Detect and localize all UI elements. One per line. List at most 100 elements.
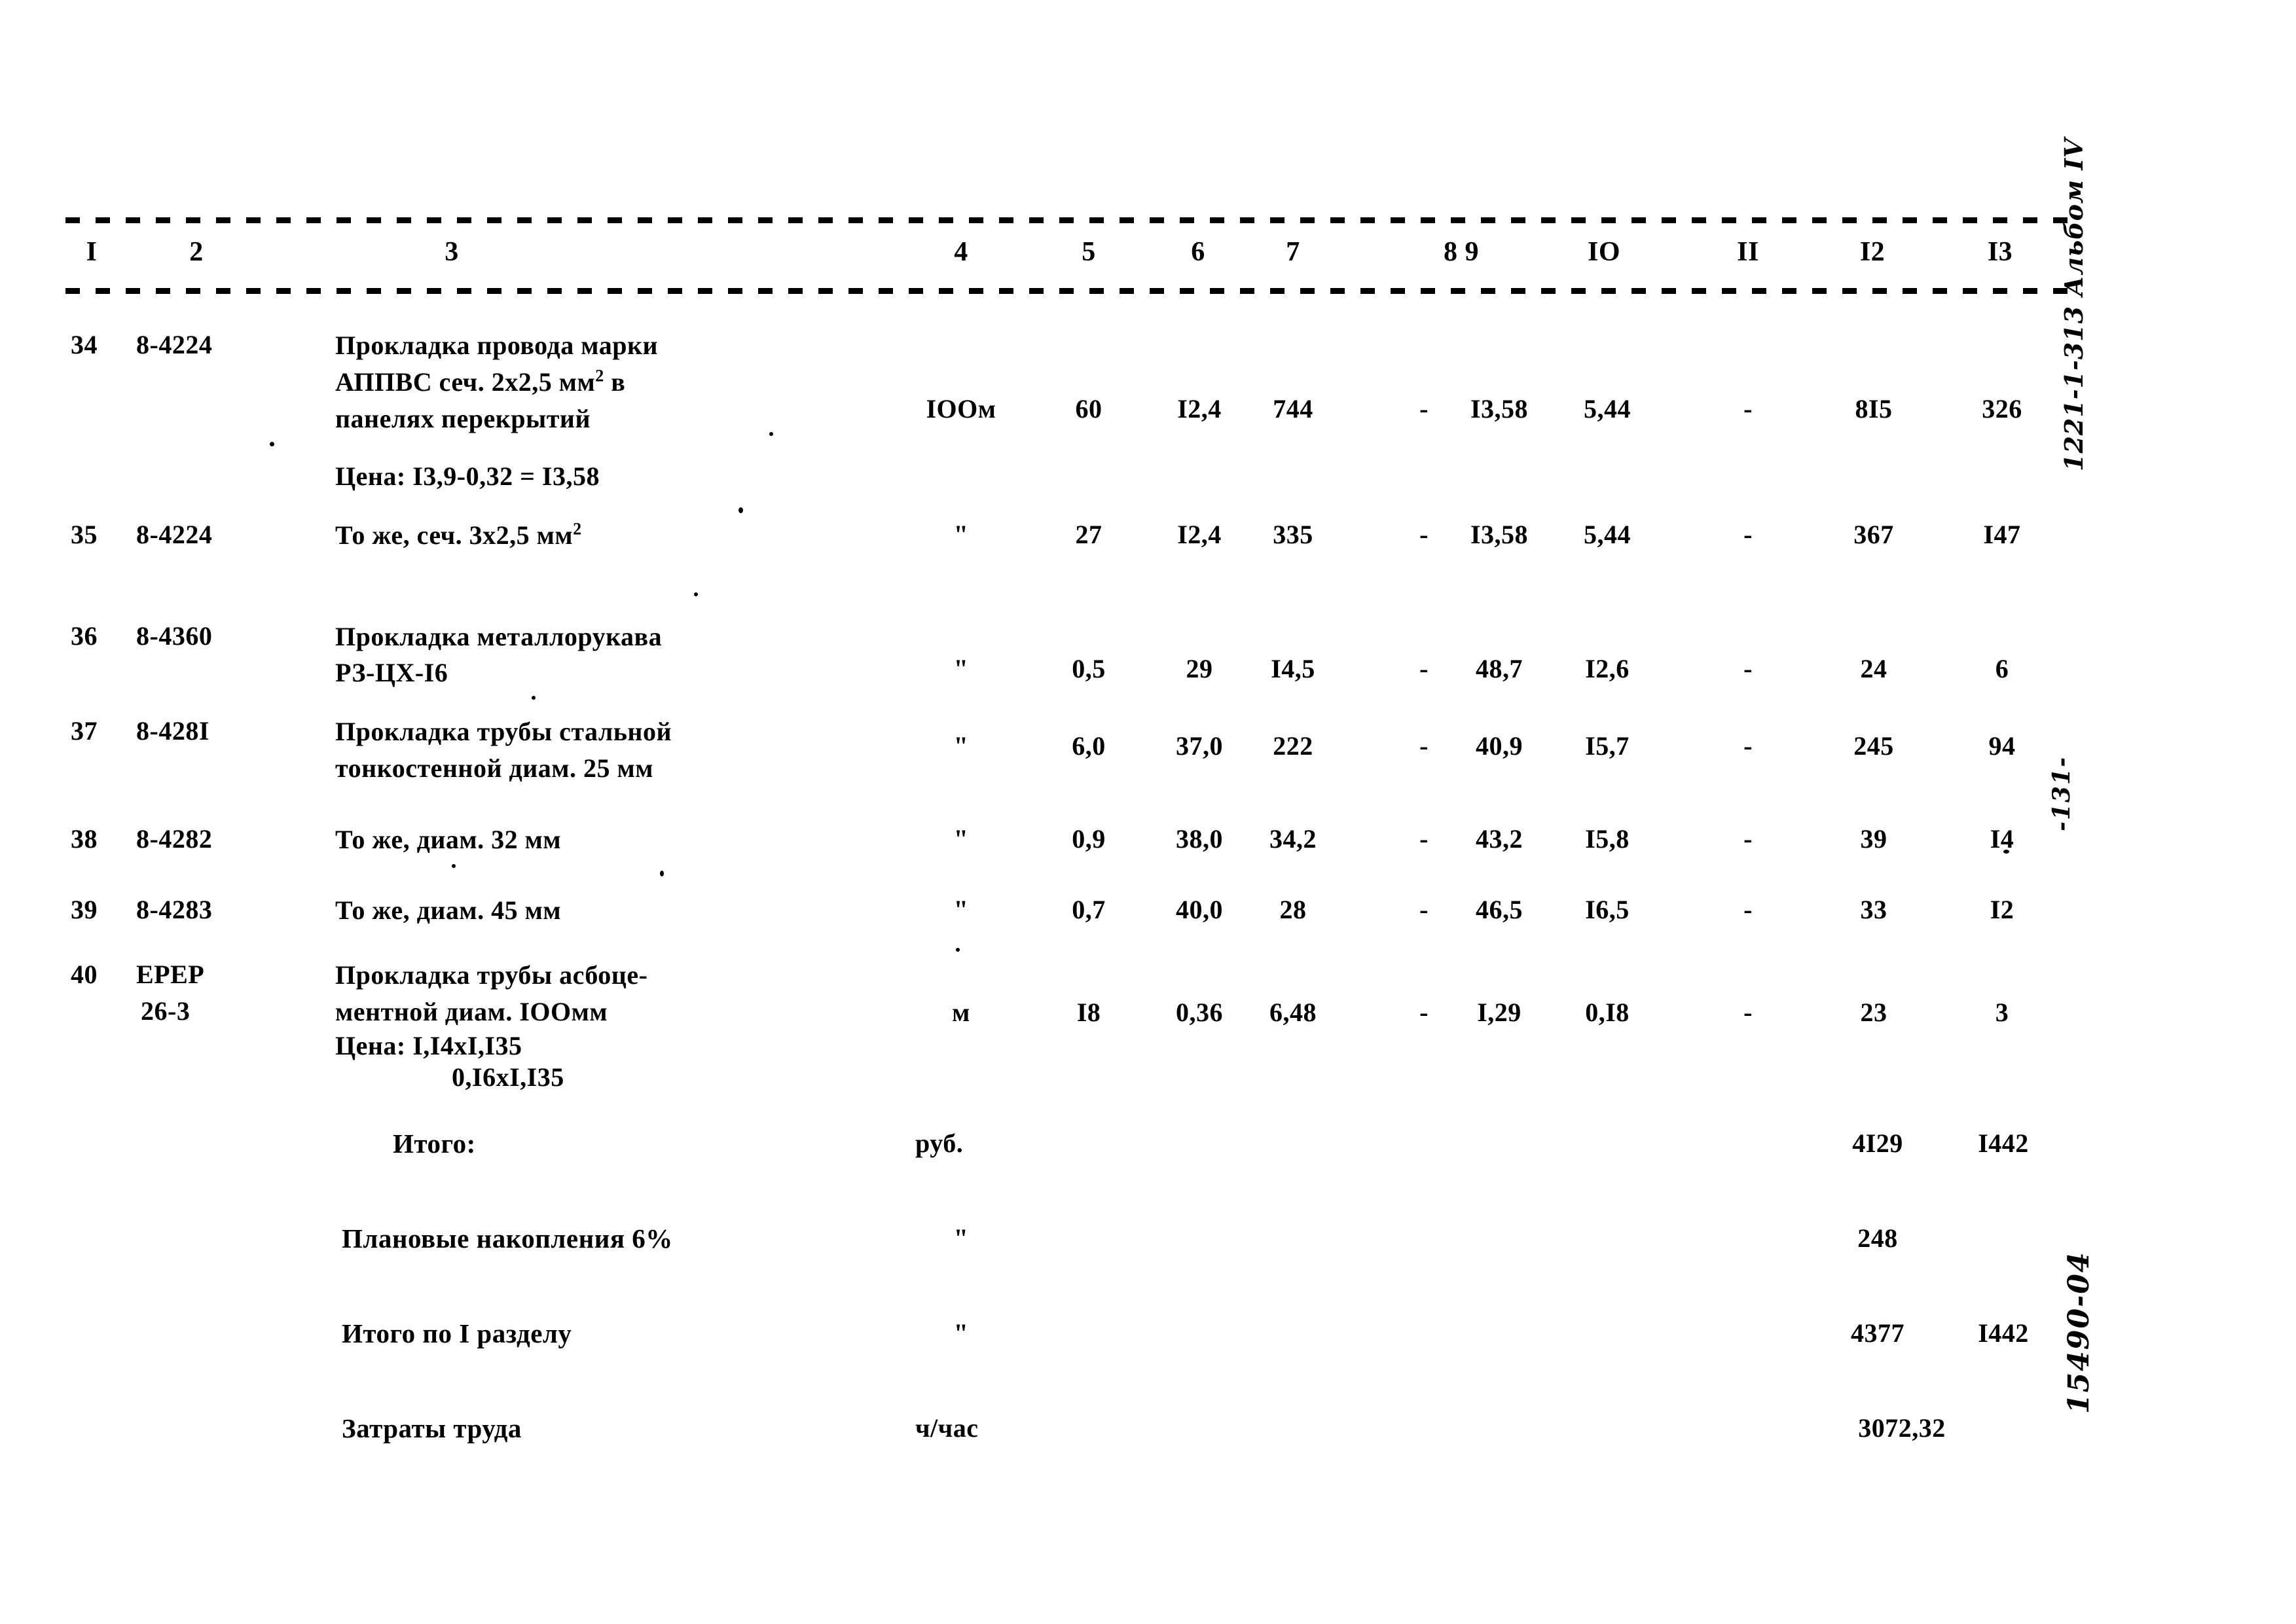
row-qty: 6,0 — [1072, 731, 1106, 761]
handwritten-archive-code: 15490-04 — [2062, 1251, 2096, 1414]
row-qty: 0,7 — [1072, 895, 1106, 924]
row-code: ЕРЕР — [136, 960, 205, 989]
header-rule-bottom — [65, 288, 2082, 294]
row-qty: 27 — [1075, 520, 1102, 549]
row-description-line: тонкостенной диам. 25 мм — [335, 753, 654, 783]
scan-speck — [532, 696, 536, 700]
row-col6: 29 — [1186, 654, 1213, 683]
row-col11: - — [1743, 654, 1753, 683]
row-col7: 335 — [1273, 520, 1313, 549]
desc-text: То же, сеч. 3х2,5 мм — [335, 520, 574, 550]
row-col8: - — [1419, 520, 1429, 549]
row-col9: I3,58 — [1470, 394, 1529, 424]
row-col9: 48,7 — [1476, 654, 1523, 683]
summary-col13: I442 — [1978, 1318, 2029, 1348]
row-col8: - — [1419, 394, 1429, 424]
row-col6: 0,36 — [1176, 998, 1223, 1027]
scan-speck — [270, 442, 274, 446]
row-col11: - — [1743, 520, 1753, 549]
scan-speck — [660, 871, 664, 876]
summary-unit: ч/час — [915, 1413, 979, 1443]
row-description-line: То же, сеч. 3х2,5 мм2 — [335, 517, 582, 554]
row-unit: " — [953, 895, 969, 924]
row-description-line: РЗ-ЦХ-I6 — [335, 658, 448, 687]
row-col12: 39 — [1860, 824, 1887, 854]
row-col10: 5,44 — [1584, 394, 1631, 424]
row-col11: - — [1743, 394, 1753, 424]
column-header-11: II — [1737, 237, 1759, 267]
row-price-note-2: 0,I6хI,I35 — [452, 1062, 564, 1092]
row-col13: I2 — [1990, 895, 2014, 924]
column-header-2: 2 — [189, 237, 204, 267]
row-code: 8-4283 — [136, 895, 213, 924]
summary-label: Итого по I разделу — [342, 1318, 572, 1348]
row-col9: 46,5 — [1476, 895, 1523, 924]
row-number: 36 — [71, 621, 98, 651]
summary-col12: 4I29 — [1852, 1128, 1903, 1158]
row-price-note: Цена: I3,9-0,32 = I3,58 — [335, 461, 600, 491]
row-col10: I2,6 — [1585, 654, 1630, 683]
row-col6: I2,4 — [1177, 394, 1222, 424]
superscript: 2 — [595, 366, 604, 386]
row-col11: - — [1743, 824, 1753, 854]
row-unit: " — [953, 824, 969, 854]
column-header-12: I2 — [1859, 237, 1886, 267]
row-col8: - — [1419, 895, 1429, 924]
scan-speck — [694, 592, 698, 596]
row-unit: " — [953, 520, 969, 549]
summary-unit: руб. — [915, 1128, 964, 1158]
scan-speck — [738, 507, 743, 513]
row-col10: I6,5 — [1585, 895, 1630, 924]
handwritten-page-number: -131- — [2048, 755, 2075, 831]
row-col12: 245 — [1853, 731, 1894, 761]
row-description-line: То же, диам. 45 мм — [335, 895, 562, 925]
scanned-document-page: I 2 3 4 5 6 7 8 9 IO II I2 I3 34 8-4224 … — [0, 0, 2296, 1624]
summary-unit: " — [953, 1318, 969, 1348]
column-header-7: 7 — [1286, 237, 1300, 267]
row-col7: 222 — [1273, 731, 1313, 761]
superscript: 2 — [573, 519, 582, 539]
row-number: 37 — [71, 716, 98, 746]
scan-speck — [2003, 850, 2009, 854]
column-header-10: IO — [1587, 237, 1621, 267]
row-number: 34 — [71, 330, 98, 359]
row-description-line: панелях перекрытий — [335, 404, 591, 433]
row-description-line: АППВС сеч. 2х2,5 мм2 в — [335, 364, 625, 401]
row-description-line: ментной диам. IOOмм — [335, 997, 608, 1026]
row-col10: 5,44 — [1584, 520, 1631, 549]
row-col8: - — [1419, 824, 1429, 854]
row-col8: - — [1419, 731, 1429, 761]
row-col11: - — [1743, 895, 1753, 924]
row-col7: I4,5 — [1271, 654, 1315, 683]
summary-unit: " — [953, 1223, 969, 1253]
row-col12: 8I5 — [1855, 394, 1893, 424]
scan-speck — [452, 864, 456, 868]
row-col9: 43,2 — [1476, 824, 1523, 854]
row-col6: I2,4 — [1177, 520, 1222, 549]
column-header-5: 5 — [1082, 237, 1096, 267]
scan-speck — [769, 432, 773, 436]
desc-text: АППВС сеч. 2х2,5 мм — [335, 367, 596, 397]
row-unit: " — [953, 654, 969, 683]
row-description-line: То же, диам. 32 мм — [335, 825, 562, 854]
row-col6: 40,0 — [1176, 895, 1223, 924]
row-col8: - — [1419, 998, 1429, 1027]
row-col6: 37,0 — [1176, 731, 1223, 761]
row-col9: I,29 — [1477, 998, 1522, 1027]
row-col13: 94 — [1988, 731, 2016, 761]
row-col12: 24 — [1860, 654, 1887, 683]
summary-col13: I442 — [1978, 1128, 2029, 1158]
row-col13: I4 — [1990, 824, 2014, 854]
handwritten-album-reference: 1221-1-313 Альбом IV — [2059, 137, 2088, 471]
summary-col12: 4377 — [1851, 1318, 1904, 1348]
row-qty: 60 — [1075, 394, 1102, 424]
row-col9: 40,9 — [1476, 731, 1523, 761]
row-code: 8-4224 — [136, 520, 213, 549]
row-col10: I5,8 — [1585, 824, 1630, 854]
row-col12: 23 — [1860, 998, 1887, 1027]
row-qty: I8 — [1076, 998, 1101, 1027]
row-number: 39 — [71, 895, 98, 924]
row-qty: 0,5 — [1072, 654, 1106, 683]
row-col11: - — [1743, 731, 1753, 761]
row-col9: I3,58 — [1470, 520, 1529, 549]
